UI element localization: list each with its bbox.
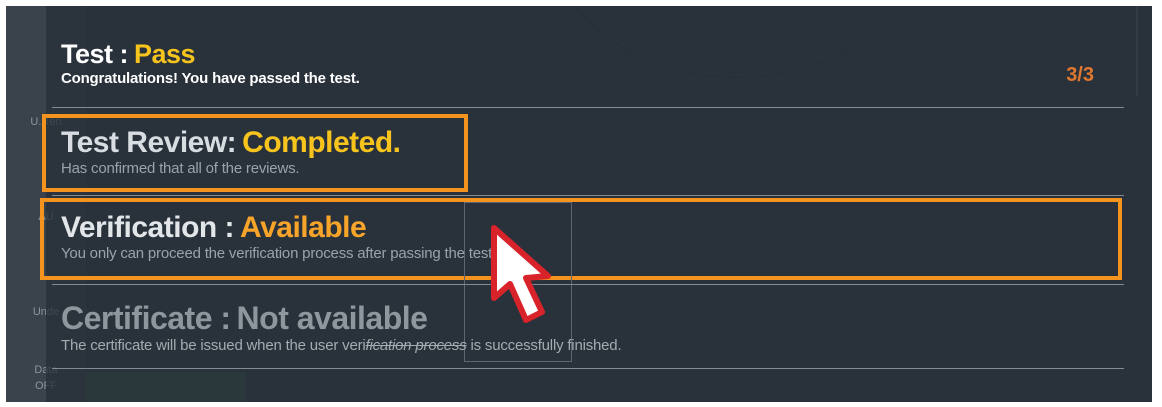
certificate-status: Not available	[236, 300, 428, 336]
divider	[52, 368, 1124, 369]
certificate-description-text: The certificate will be issued when the …	[61, 337, 366, 354]
test-label: Test :	[61, 39, 129, 69]
review-description: Has confirmed that all of the reviews.	[61, 160, 300, 177]
test-result-row: Test : Pass Congratulations! You have pas…	[61, 39, 360, 87]
certificate-description-end: is successfully finished.	[466, 337, 622, 354]
verification-row[interactable]: Verification : Available You only can pro…	[61, 211, 496, 262]
certificate-description: The certificate will be issued when the …	[61, 337, 622, 354]
verification-label: Verification :	[61, 211, 235, 244]
verification-status-link[interactable]: Available	[240, 211, 367, 244]
app-window: U.Ren AU Unde Data OFF Test :Pass Congra…	[6, 6, 1152, 402]
certificate-label: Certificate :	[61, 300, 231, 336]
test-review-row[interactable]: Test Review: Completed. Has confirmed tha…	[61, 126, 401, 177]
test-status: Pass	[134, 39, 196, 69]
divider	[52, 195, 1124, 196]
test-result-title: Test : Pass	[61, 39, 360, 70]
progress-counter: 3/3	[1066, 64, 1094, 86]
divider	[52, 284, 1124, 285]
mouse-pointer-icon	[491, 225, 551, 323]
certificate-description-struck: fication process	[365, 337, 467, 354]
divider	[52, 107, 1124, 108]
verification-description: You only can proceed the verification pr…	[61, 245, 497, 262]
review-label: Test Review:	[61, 126, 237, 159]
test-description: Congratulations! You have passed the tes…	[61, 70, 360, 87]
test-review-title: Test Review: Completed.	[61, 126, 401, 160]
verification-title: Verification : Available	[61, 211, 496, 245]
review-status: Completed.	[242, 126, 401, 159]
